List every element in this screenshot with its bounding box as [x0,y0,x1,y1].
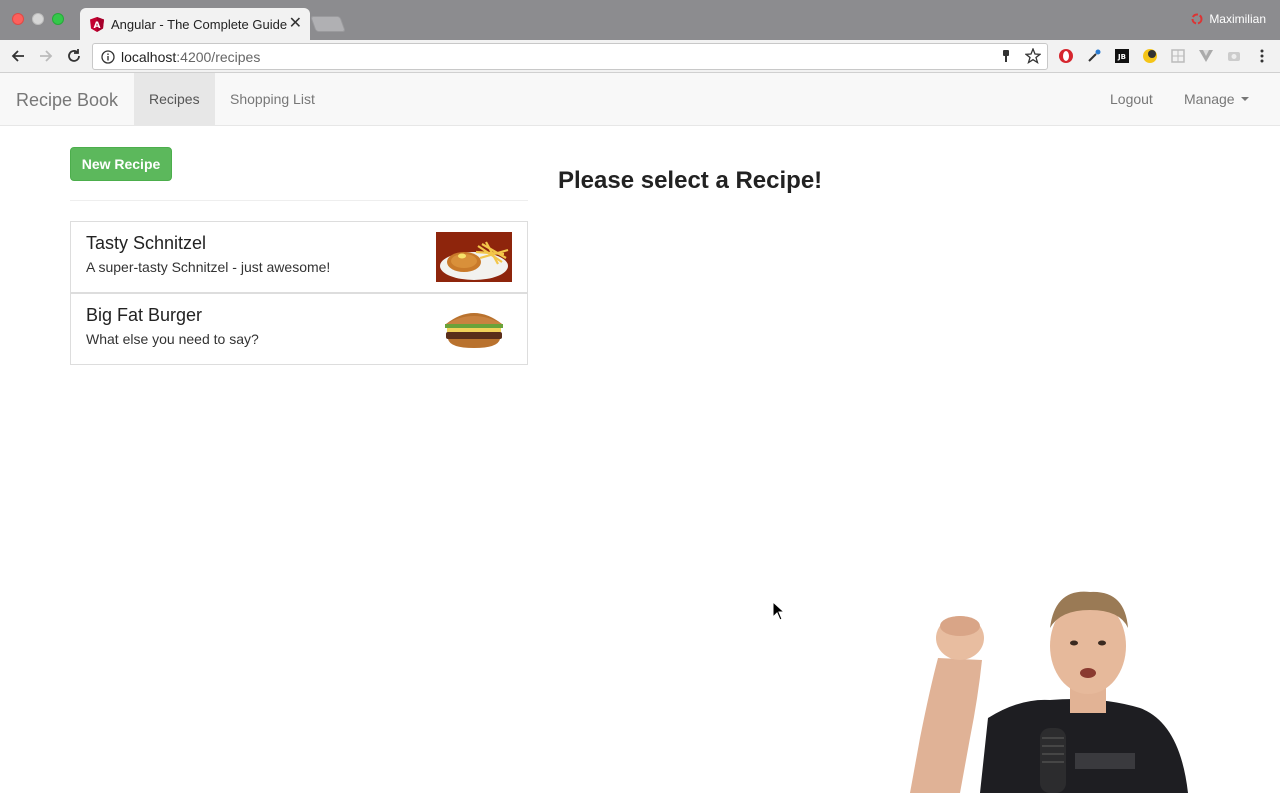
browser-toolbar: localhost:4200/recipes JB [0,40,1280,73]
profile-name: Maximilian [1209,12,1266,26]
browser-tab-active[interactable]: A Angular - The Complete Guide ✕ [80,8,310,40]
opera-extension-icon[interactable] [1056,46,1075,65]
vue-extension-icon[interactable] [1196,46,1215,65]
presenter-webcam-overlay [910,591,1188,793]
recipe-description: A super-tasty Schnitzel - just awesome! [86,259,331,275]
select-recipe-message: Please select a Recipe! [558,167,823,194]
reload-icon [68,49,80,62]
profile-icon [1191,13,1203,25]
navbar-brand[interactable]: Recipe Book [16,90,118,111]
recipe-description: What else you need to say? [86,331,259,347]
menu-kebab-icon[interactable] [1252,46,1271,65]
browser-titlebar: A Angular - The Complete Guide ✕ Maximil… [0,0,1280,40]
url-host: localhost [121,48,177,65]
jb-extension-icon[interactable]: JB [1112,46,1131,65]
tab-close-icon[interactable]: ✕ [289,16,302,32]
svg-text:JB: JB [1117,53,1126,61]
url-path: :4200/recipes [176,48,261,65]
arrow-left-icon [11,50,24,62]
reload-button[interactable] [63,45,85,67]
back-button[interactable] [7,45,29,67]
recipe-image-burger [436,304,512,354]
nav-item-recipes[interactable]: Recipes [134,73,215,125]
camera-extension-icon[interactable] [1224,46,1243,65]
eyedropper-extension-icon[interactable] [1084,46,1103,65]
profile-button[interactable]: Maximilian [1191,12,1266,26]
recipe-name: Tasty Schnitzel [86,233,207,253]
divider [70,200,528,201]
recipe-name: Big Fat Burger [86,305,203,325]
new-recipe-button[interactable]: New Recipe [70,147,172,181]
grid-extension-icon[interactable] [1168,46,1187,65]
app-navbar: Recipe Book Recipes Shopping List Logout… [0,73,1280,126]
nav-item-shopping-list[interactable]: Shopping List [215,73,330,125]
page-viewport: Recipe Book Recipes Shopping List Logout… [0,73,1280,793]
moon-extension-icon[interactable] [1140,46,1159,65]
recipe-list-item[interactable]: Big Fat Burger What else you need to say… [70,293,528,365]
bookmark-star-icon[interactable] [1025,48,1041,64]
window-close-button[interactable] [12,13,24,25]
nav-item-logout[interactable]: Logout [1095,73,1168,125]
mouse-cursor-icon [772,601,786,621]
address-bar[interactable]: localhost:4200/recipes [92,43,1048,70]
caret-down-icon [1240,97,1249,101]
info-icon[interactable] [101,49,115,64]
nav-item-manage-dropdown[interactable]: Manage [1169,73,1264,125]
forward-button[interactable] [35,45,57,67]
manage-label: Manage [1184,91,1235,107]
extensions-bar: JB [1056,46,1271,65]
new-tab-button[interactable] [310,16,346,32]
recipe-image-schnitzel [436,232,512,282]
recipe-list-item[interactable]: Tasty Schnitzel A super-tasty Schnitzel … [70,221,528,293]
angular-icon: A [90,16,104,32]
arrow-right-icon [40,50,53,62]
window-minimize-button[interactable] [32,13,44,25]
tab-title: Angular - The Complete Guide [111,16,288,32]
key-icon[interactable] [999,49,1013,63]
svg-text:A: A [94,21,101,31]
window-maximize-button[interactable] [52,13,64,25]
